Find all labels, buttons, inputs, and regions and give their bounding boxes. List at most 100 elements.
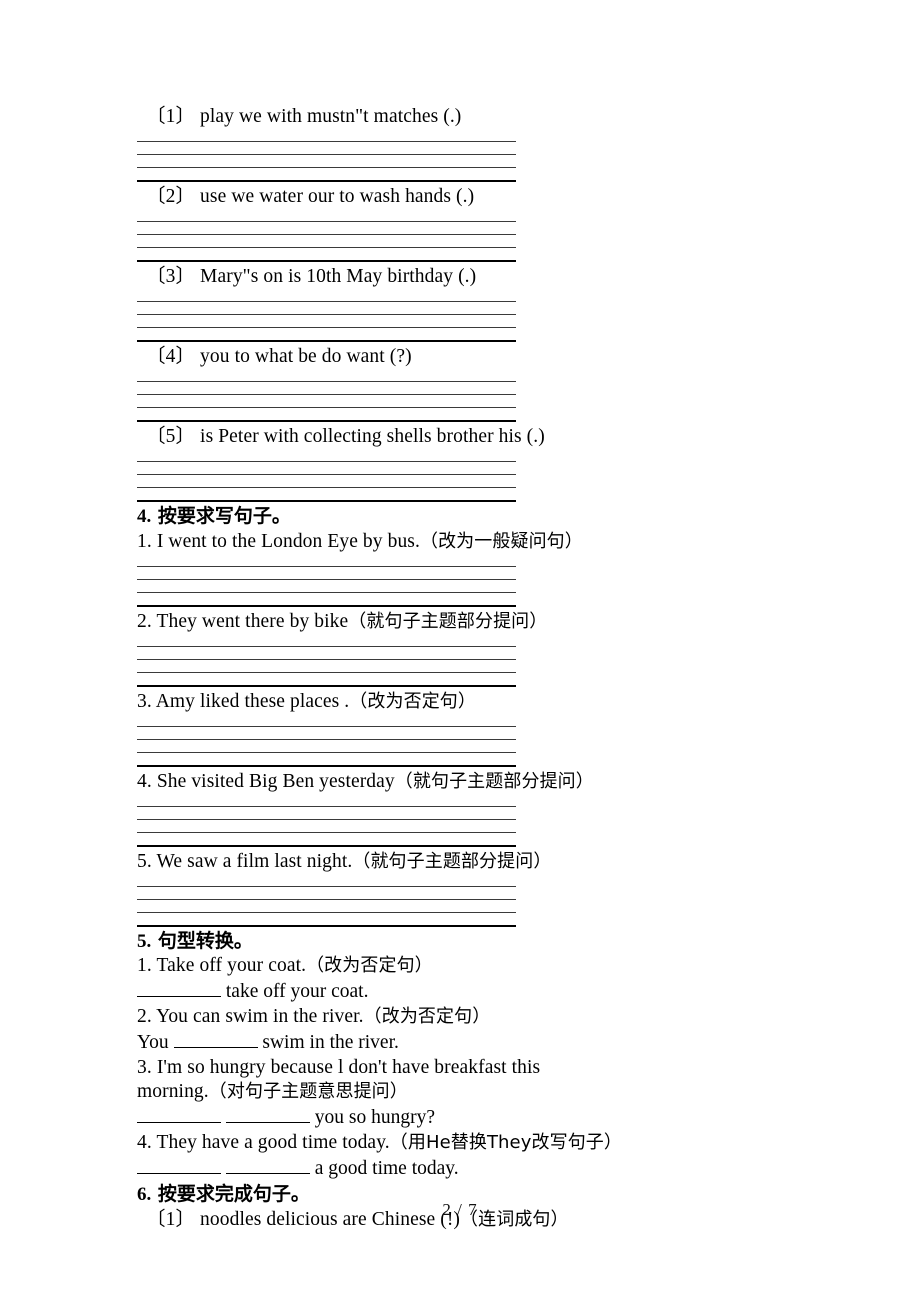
answer-lines[interactable] (137, 461, 516, 502)
question-text: 〔4〕 you to what be do want (?) (137, 344, 797, 369)
question-number: 3. (137, 691, 152, 712)
question-number: 2. (137, 611, 152, 632)
answer-rule[interactable] (137, 659, 516, 660)
answer-row: a good time today. (137, 1155, 797, 1182)
question-body: They went there by bike (156, 611, 349, 632)
section-5-number: 5. (137, 931, 152, 952)
page-content: 〔1〕 play we with mustn"t matches (.) 〔2〕… (137, 104, 797, 1232)
question-block: 5. We saw a film last night.（就句子主题部分提问） (137, 849, 797, 927)
answer-row: You swim in the river. (137, 1029, 797, 1056)
answer-blank[interactable] (137, 1122, 221, 1123)
section-divider-rule (137, 605, 516, 607)
answer-rule[interactable] (137, 566, 516, 567)
answer-lines[interactable] (137, 806, 516, 847)
question-number: 1. (137, 955, 152, 976)
page-footer: 2 / 7 (442, 1200, 478, 1219)
answer-lines[interactable] (137, 221, 516, 262)
answer-rule[interactable] (137, 474, 516, 475)
answer-rule[interactable] (137, 592, 516, 593)
answer-rule[interactable] (137, 646, 516, 647)
answer-rule[interactable] (137, 327, 516, 328)
answer-rule[interactable] (137, 806, 516, 807)
answer-rule[interactable] (137, 752, 516, 753)
question-text: 5. We saw a film last night.（就句子主题部分提问） (137, 849, 797, 874)
question-body: She visited Big Ben yesterday (156, 771, 395, 792)
answer-blank[interactable] (137, 996, 221, 997)
answer-rule[interactable] (137, 301, 516, 302)
question-body: you to what be do want (?) (200, 346, 412, 367)
question-text: 〔1〕 play we with mustn"t matches (.) (137, 104, 797, 129)
answer-blank[interactable] (225, 1173, 310, 1174)
section-divider-rule (137, 180, 516, 182)
answer-rule[interactable] (137, 141, 516, 142)
answer-lines[interactable] (137, 726, 516, 767)
question-body: Amy liked these places . (155, 691, 350, 712)
answer-lines[interactable] (137, 381, 516, 422)
question-text: 4. She visited Big Ben yesterday（就句子主题部分… (137, 769, 797, 794)
answer-rule[interactable] (137, 886, 516, 887)
answer-rule[interactable] (137, 487, 516, 488)
question-number: 2. (137, 1006, 152, 1027)
answer-rule[interactable] (137, 407, 516, 408)
section-divider-rule (137, 500, 516, 502)
answer-rule[interactable] (137, 234, 516, 235)
answer-rule[interactable] (137, 819, 516, 820)
question-note: （对句子主题意思提问） (208, 1081, 408, 1102)
answer-blank[interactable] (225, 1122, 310, 1123)
answer-row: you so hungry? (137, 1104, 797, 1131)
section-divider-rule (137, 420, 516, 422)
question-text: 〔5〕 is Peter with collecting shells brot… (137, 424, 797, 449)
question-block: 〔1〕 play we with mustn"t matches (.) (137, 104, 797, 182)
question-text: 〔2〕 use we water our to wash hands (.) (137, 184, 797, 209)
answer-suffix: swim in the river. (262, 1032, 399, 1053)
answer-rule[interactable] (137, 461, 516, 462)
answer-lines[interactable] (137, 141, 516, 182)
question-note: （改为否定句） (363, 1006, 491, 1027)
answer-lines[interactable] (137, 646, 516, 687)
answer-blank[interactable] (137, 1173, 221, 1174)
question-marker: 〔5〕 (146, 426, 196, 447)
question-block: 〔5〕 is Peter with collecting shells brot… (137, 424, 797, 502)
question-text-continued: morning.（对句子主题意思提问） (137, 1080, 797, 1104)
question-note: （改为一般疑问句） (419, 531, 583, 552)
section-divider-rule (137, 340, 516, 342)
question-note: （改为否定句） (349, 691, 476, 712)
answer-lines[interactable] (137, 566, 516, 607)
question-block: 〔3〕 Mary"s on is 10th May birthday (.) (137, 264, 797, 342)
question-body: I'm so hungry because l don't have break… (156, 1057, 541, 1078)
answer-rule[interactable] (137, 221, 516, 222)
answer-lines[interactable] (137, 301, 516, 342)
question-marker: 〔3〕 (146, 266, 196, 287)
question-block: 1. I went to the London Eye by bus.（改为一般… (137, 529, 797, 607)
question-block: 3. Amy liked these places .（改为否定句） (137, 689, 797, 767)
answer-rule[interactable] (137, 899, 516, 900)
answer-rule[interactable] (137, 579, 516, 580)
answer-rule[interactable] (137, 247, 516, 248)
answer-rule[interactable] (137, 739, 516, 740)
section-5-heading: 5. 句型转换。 (137, 929, 797, 954)
answer-prefix: You (137, 1032, 169, 1053)
question-number: 1. (137, 531, 152, 552)
question-note: （用He替换They改写句子） (389, 1132, 622, 1153)
answer-blank[interactable] (173, 1047, 258, 1048)
answer-suffix: take off your coat. (225, 981, 369, 1002)
answer-rule[interactable] (137, 912, 516, 913)
question-text: 2. They went there by bike（就句子主题部分提问） (137, 609, 797, 634)
answer-rule[interactable] (137, 314, 516, 315)
section-5: 5. 句型转换。 1. Take off your coat.（改为否定句） t… (137, 929, 797, 1182)
answer-lines[interactable] (137, 886, 516, 927)
answer-rule[interactable] (137, 167, 516, 168)
question-block: 〔4〕 you to what be do want (?) (137, 344, 797, 422)
answer-rule[interactable] (137, 154, 516, 155)
question-note: （就句子主题部分提问） (394, 771, 594, 792)
answer-rule[interactable] (137, 726, 516, 727)
question-body: play we with mustn"t matches (.) (200, 106, 462, 127)
question-number: 5. (137, 851, 152, 872)
section-divider-rule (137, 260, 516, 262)
answer-rule[interactable] (137, 381, 516, 382)
answer-rule[interactable] (137, 394, 516, 395)
section-4-number: 4. (137, 506, 152, 527)
answer-rule[interactable] (137, 672, 516, 673)
section-4-title: 按要求写句子。 (157, 505, 291, 527)
answer-rule[interactable] (137, 832, 516, 833)
